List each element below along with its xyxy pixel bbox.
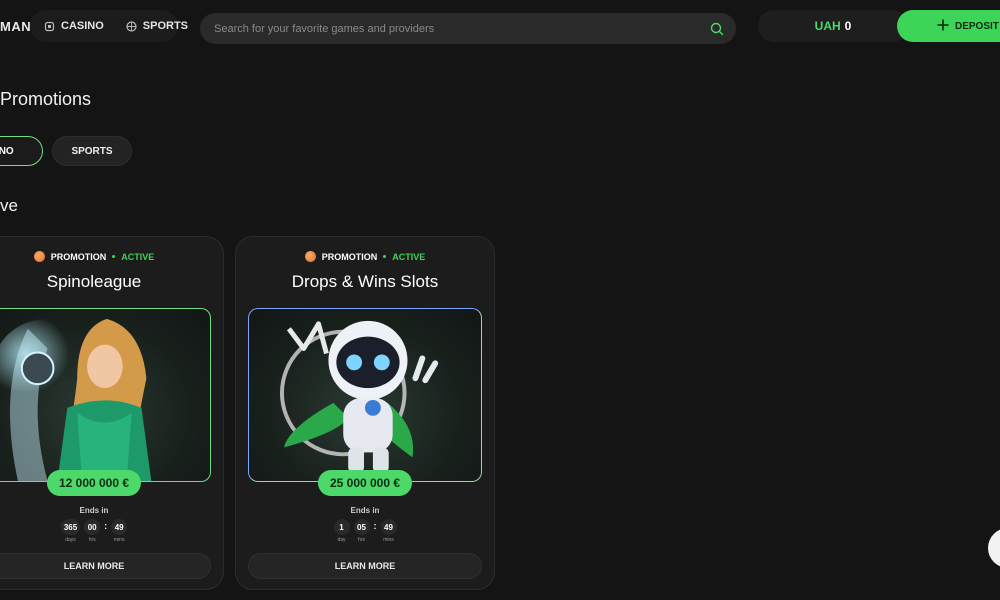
nav-sports[interactable]: SPORTS (122, 20, 192, 32)
nav-casino-label: CASINO (61, 20, 104, 32)
ends-in-label: Ends in (350, 506, 380, 515)
status-dot (383, 255, 387, 258)
deposit-button[interactable]: DEPOSIT (897, 10, 1000, 42)
main-nav: CASINO SPORTS (30, 10, 188, 42)
timer-mins: 49 (380, 519, 397, 535)
search-input[interactable] (212, 21, 710, 36)
timer-days: 365 (60, 519, 81, 535)
promo-image (0, 308, 211, 482)
timer-days-label: day (337, 537, 346, 543)
card-meta: PROMOTION ACTIVE (0, 251, 223, 262)
section-title: ve (0, 196, 18, 215)
learn-more-button[interactable]: LEARN MORE (0, 553, 211, 579)
tab-casino[interactable]: SINO (0, 136, 43, 166)
status-badge: ACTIVE (392, 251, 426, 262)
astronaut-illustration (279, 320, 439, 474)
ball-icon (126, 20, 137, 32)
card-title: Drops & Wins Slots (291, 272, 439, 291)
card-type: PROMOTION (50, 251, 107, 262)
slot-icon (44, 21, 55, 32)
nav-casino[interactable]: CASINO (40, 20, 108, 32)
chat-fab-button[interactable] (988, 528, 1000, 568)
timer-hours: 00 (84, 519, 101, 535)
balance-display[interactable]: UAH 0 (758, 10, 908, 42)
learn-more-button[interactable]: LEARN MORE (248, 553, 482, 579)
plus-icon (937, 18, 949, 34)
timer-separator: : (104, 521, 108, 531)
timer-hours: 05 (353, 519, 370, 535)
timer-hours-label: hrs (358, 537, 365, 543)
search-bar (200, 13, 736, 44)
deposit-label: DEPOSIT (955, 20, 999, 32)
balance-amount: 0 (844, 19, 852, 33)
prize-amount: 25 000 000 € (317, 470, 413, 496)
promotion-icon (304, 251, 316, 262)
card-type: PROMOTION (321, 251, 378, 262)
countdown-timer: 365 days 00 hrs : 49 mins (0, 519, 223, 543)
promo-card-spinoleague[interactable]: PROMOTION ACTIVE Spinoleague 12 000 000 … (0, 236, 224, 590)
ends-in-label: Ends in (79, 506, 109, 515)
nav-sports-label: SPORTS (142, 20, 189, 32)
timer-mins: 49 (111, 519, 128, 535)
promo-card-drops-wins[interactable]: PROMOTION ACTIVE Drops & Wins Slots 25 0… (235, 236, 495, 590)
status-dot (112, 255, 116, 258)
logo[interactable]: MAN (0, 19, 31, 34)
balance-currency: UAH (814, 19, 841, 33)
prize-amount: 12 000 000 € (46, 470, 142, 496)
page-title: Promotions (0, 89, 92, 109)
sorceress-illustration (0, 318, 152, 481)
card-title: Spinoleague (46, 272, 142, 291)
timer-mins-label: mins (113, 537, 125, 543)
status-badge: ACTIVE (121, 251, 155, 262)
countdown-timer: 1 day 05 hrs : 49 mins (236, 519, 494, 543)
tab-sports[interactable]: SPORTS (52, 136, 132, 166)
timer-days-label: days (65, 537, 76, 543)
promotion-icon (33, 251, 45, 262)
promo-image (248, 308, 482, 482)
timer-hours-label: hrs (88, 537, 96, 543)
card-meta: PROMOTION ACTIVE (236, 251, 494, 262)
timer-days: 1 (333, 519, 350, 535)
timer-mins-label: mins (383, 537, 394, 543)
timer-separator: : (373, 521, 377, 531)
search-icon[interactable] (710, 22, 724, 36)
